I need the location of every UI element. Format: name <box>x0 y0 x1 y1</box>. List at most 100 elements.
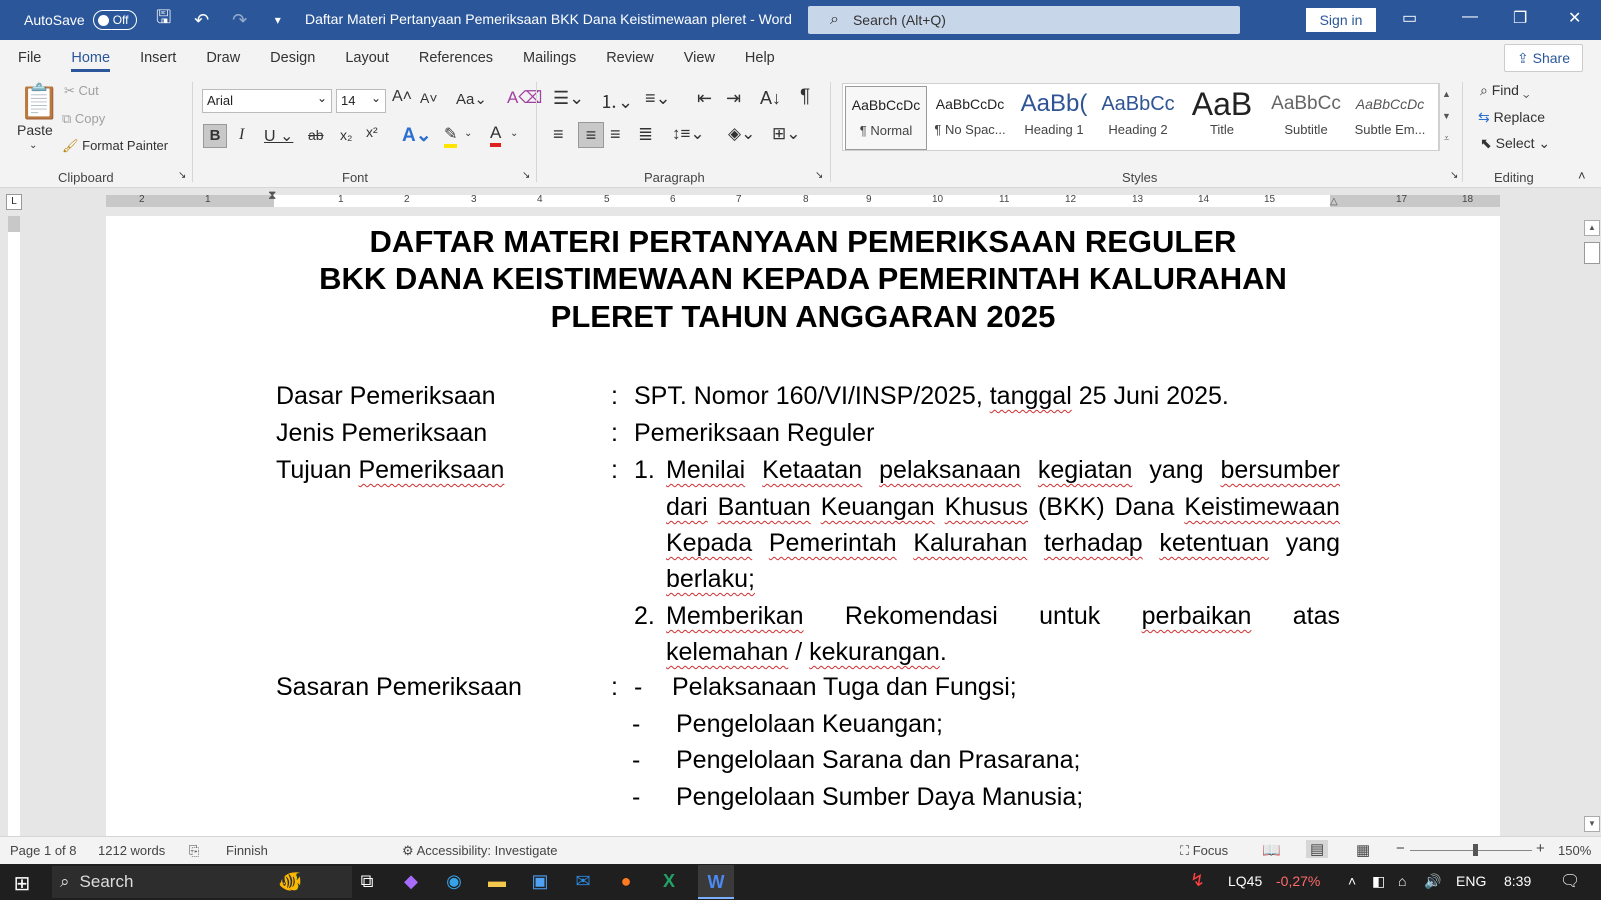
scroll-up-icon[interactable]: ▲ <box>1584 220 1600 236</box>
strikethrough-icon[interactable]: ab <box>308 127 324 143</box>
file-explorer-icon[interactable]: ▬ <box>485 871 509 895</box>
paragraph-launcher-icon[interactable]: ↘ <box>815 170 823 181</box>
copy-button[interactable]: ⧉ Copy <box>62 111 105 127</box>
network-icon[interactable]: ⌂ <box>1398 873 1406 889</box>
styles-launcher-icon[interactable]: ↘ <box>1450 170 1458 181</box>
styles-more-icon[interactable]: ⩡ <box>1439 127 1454 149</box>
highlight-icon[interactable]: ✎ <box>444 124 458 148</box>
sign-in-button[interactable]: Sign in <box>1306 8 1376 32</box>
tab-design[interactable]: Design <box>255 40 330 76</box>
style-subtitle[interactable]: AaBbCc Subtitle <box>1265 86 1347 150</box>
horizontal-ruler[interactable]: 2 1 1 2 3 4 5 6 7 8 9 10 11 12 13 14 15 … <box>106 194 1500 207</box>
autosave-toggle[interactable]: Off <box>92 10 137 30</box>
proofing-icon[interactable]: ⎘ <box>189 843 199 859</box>
zoom-level[interactable]: 150% <box>1558 843 1591 858</box>
volume-icon[interactable]: 🔊 <box>1424 873 1441 890</box>
vertical-ruler[interactable] <box>8 216 20 836</box>
line-spacing-icon[interactable]: ↕≡⌄ <box>672 124 705 144</box>
style-normal[interactable]: AaBbCcDc ¶ Normal <box>845 86 927 150</box>
tab-references[interactable]: References <box>404 40 508 76</box>
web-layout-icon[interactable]: ▦ <box>1356 841 1370 859</box>
document-page[interactable]: DAFTAR MATERI PERTANYAAN PEMERIKSAAN REG… <box>106 216 1500 836</box>
windows-start-icon[interactable]: ⊞ <box>10 871 34 895</box>
firefox-icon[interactable]: ● <box>614 871 638 895</box>
right-indent-marker-icon[interactable]: △ <box>1330 196 1338 207</box>
task-view-icon[interactable]: ⧉ <box>355 871 379 895</box>
focus-button[interactable]: ⛶ Focus <box>1180 843 1228 859</box>
style-heading-1[interactable]: AaBb( Heading 1 <box>1013 86 1095 150</box>
change-case-icon[interactable]: Aa⌄ <box>456 90 487 108</box>
bullets-icon[interactable]: ☰⌄ <box>553 88 584 109</box>
font-family-select[interactable]: Arial <box>202 87 332 113</box>
styles-scroll-down-icon[interactable]: ▼ <box>1439 105 1454 127</box>
clock[interactable]: 8:39 <box>1504 873 1531 889</box>
subscript-icon[interactable]: x₂ <box>340 127 352 143</box>
meet-now-icon[interactable]: ◧ <box>1372 873 1385 890</box>
collapse-ribbon-icon[interactable]: ˄ <box>1578 168 1586 183</box>
accessibility-status[interactable]: ⚙ Accessibility: Investigate <box>402 843 557 859</box>
input-language[interactable]: ENG <box>1456 873 1486 889</box>
undo-icon[interactable]: ↶ <box>191 10 213 31</box>
scroll-thumb[interactable] <box>1584 242 1600 264</box>
search-box[interactable]: ⌕ Search (Alt+Q) <box>808 6 1240 34</box>
customize-quick-access-icon[interactable]: ▾ <box>267 13 289 27</box>
text-effects-icon[interactable]: A⌄ <box>402 124 432 147</box>
cut-button[interactable]: ✂ Cut <box>64 83 99 99</box>
style-no-spacing[interactable]: AaBbCcDc ¶ No Spac... <box>929 86 1011 150</box>
excel-icon[interactable]: X <box>657 871 681 895</box>
redo-icon[interactable]: ↷ <box>229 10 251 31</box>
paste-icon[interactable]: 📋 <box>18 82 60 122</box>
tab-insert[interactable]: Insert <box>125 40 191 76</box>
zoom-out-icon[interactable]: − <box>1396 840 1405 857</box>
styles-scroll[interactable]: ▲ ▼ ⩡ <box>1438 83 1454 151</box>
font-size-select[interactable]: 14 <box>336 87 386 113</box>
align-left-icon[interactable]: ≡ <box>553 124 564 145</box>
store-icon[interactable]: ▣ <box>528 871 552 895</box>
copilot-icon[interactable]: ◆ <box>399 871 423 895</box>
scroll-down-icon[interactable]: ▼ <box>1584 816 1600 832</box>
align-center-icon[interactable]: ≡ <box>578 122 604 148</box>
clear-formatting-icon[interactable]: A⌫ <box>507 88 542 108</box>
share-button[interactable]: ⇪ Share <box>1504 44 1583 72</box>
minimize-icon[interactable]: — <box>1462 8 1478 26</box>
stock-change[interactable]: -0,27% <box>1276 873 1320 889</box>
zoom-in-icon[interactable]: + <box>1536 840 1545 857</box>
styles-scroll-up-icon[interactable]: ▲ <box>1439 83 1454 105</box>
sort-icon[interactable]: A↓ <box>760 88 781 109</box>
highlight-dropdown-icon[interactable]: ⌄ <box>464 128 472 139</box>
word-count[interactable]: 1212 words <box>98 843 165 858</box>
select-button[interactable]: ⬉ Select ⌄ <box>1480 135 1550 152</box>
read-mode-icon[interactable]: 📖 <box>1262 841 1281 859</box>
vertical-scrollbar[interactable]: ▲ ▼ <box>1583 216 1601 836</box>
format-painter-button[interactable]: 🖌 Format Painter <box>62 138 168 154</box>
style-title[interactable]: AaB Title <box>1181 86 1263 150</box>
restore-icon[interactable]: ❐ <box>1513 8 1527 28</box>
ribbon-display-options-icon[interactable]: ▭ <box>1402 8 1417 28</box>
tab-review[interactable]: Review <box>591 40 669 76</box>
tab-draw[interactable]: Draw <box>191 40 255 76</box>
shrink-font-icon[interactable]: A˅ <box>420 90 438 106</box>
save-icon[interactable]: 🖫 <box>153 5 175 35</box>
font-color-icon[interactable]: A <box>490 123 502 147</box>
tab-file[interactable]: File <box>0 40 56 76</box>
notifications-icon[interactable]: 🗨 <box>1560 871 1580 891</box>
increase-indent-icon[interactable]: ⇥ <box>726 88 741 109</box>
outlook-icon[interactable]: ✉ <box>571 871 595 895</box>
find-button[interactable]: ⌕ Find ⌄ <box>1480 82 1529 99</box>
bold-icon[interactable]: B <box>203 124 227 148</box>
font-color-dropdown-icon[interactable]: ⌄ <box>510 128 518 139</box>
justify-icon[interactable]: ≣ <box>638 124 653 145</box>
tab-mailings[interactable]: Mailings <box>508 40 591 76</box>
decrease-indent-icon[interactable]: ⇤ <box>697 88 712 109</box>
borders-icon[interactable]: ⊞⌄ <box>772 124 801 144</box>
style-subtle-emphasis[interactable]: AaBbCcDc Subtle Em... <box>1349 86 1431 150</box>
zoom-slider[interactable] <box>1410 844 1532 856</box>
superscript-icon[interactable]: x² <box>366 124 378 140</box>
show-formatting-icon[interactable]: ¶ <box>800 86 810 108</box>
close-icon[interactable]: ✕ <box>1568 8 1581 28</box>
show-hidden-icons-icon[interactable]: ˄ <box>1348 873 1356 889</box>
paste-dropdown-icon[interactable]: ⌄ <box>29 140 37 151</box>
language-indicator[interactable]: Finnish <box>226 843 268 858</box>
italic-icon[interactable]: I <box>239 126 244 144</box>
indent-marker-icon[interactable]: ⧗ <box>268 188 276 203</box>
